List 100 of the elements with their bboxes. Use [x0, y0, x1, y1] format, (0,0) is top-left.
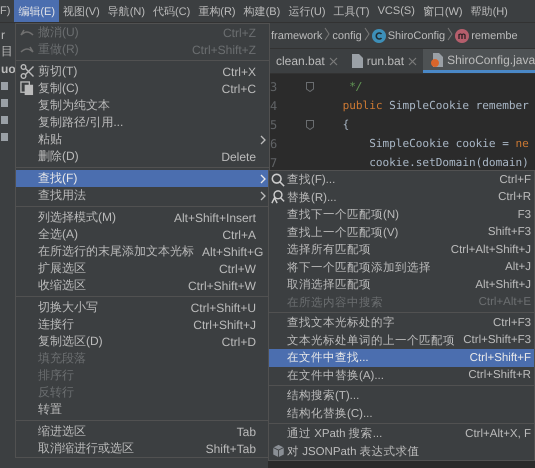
- cube-icon: [272, 444, 284, 458]
- breadcrumb-item[interactable]: ShiroConfig: [388, 30, 446, 42]
- file-icon: [1, 116, 8, 124]
- menu-item[interactable]: 粘贴: [16, 131, 269, 148]
- line-number: 7: [269, 156, 278, 170]
- shortcut-label: Ctrl+Shift+R: [468, 369, 531, 382]
- shortcut-label: Tab: [236, 424, 256, 438]
- menu-item[interactable]: 将下一个匹配项添加到选择 Alt+J: [269, 258, 534, 276]
- menu-item[interactable]: 取消缩进行或选区 Shift+Tab: [16, 440, 269, 457]
- java-file-icon: [431, 52, 444, 66]
- breadcrumb-item[interactable]: framework: [271, 30, 322, 42]
- menu-item[interactable]: 构建(B): [240, 0, 284, 22]
- line-number: 6: [269, 136, 278, 150]
- shortcut-label: Ctrl+C: [222, 82, 256, 96]
- menu-item[interactable]: 复制为纯文本: [16, 97, 269, 114]
- replace-icon: [271, 190, 285, 204]
- shortcut-label: Ctrl+Shift+W: [188, 278, 256, 292]
- menu-item[interactable]: 列选择模式(M) Alt+Shift+Insert: [16, 209, 269, 226]
- menu-item[interactable]: 替换(R)... Ctrl+R: [269, 188, 534, 206]
- menu-item[interactable]: 编辑(E): [14, 0, 60, 22]
- search-icon: [271, 172, 285, 187]
- shortcut-label: Ctrl+Shift+F: [470, 352, 531, 364]
- chevron-icon: [364, 27, 370, 41]
- menu-item[interactable]: 在文件中查找... Ctrl+Shift+F: [269, 349, 534, 366]
- shortcut-label: Alt+Shift+G: [202, 244, 264, 258]
- fold-marker-icon[interactable]: [306, 82, 314, 92]
- shortcut-label: Alt+J: [505, 261, 531, 274]
- method-icon: [455, 28, 470, 42]
- close-icon[interactable]: [328, 56, 338, 66]
- menu-item[interactable]: 查找(F): [16, 170, 269, 187]
- menu-item[interactable]: 结构搜索(T)...: [269, 387, 534, 404]
- menu-item[interactable]: 代码(C): [149, 0, 194, 22]
- menu-item[interactable]: 帮助(H): [466, 0, 512, 22]
- menu-item[interactable]: 在所选行的末尾添加文本光标 Alt+Shift+G: [16, 243, 269, 260]
- menu-item[interactable]: 复制路径/引用...: [16, 114, 269, 131]
- shortcut-label: Ctrl+Alt+X, F: [465, 428, 531, 440]
- code-line: public SimpleCookie remember: [342, 99, 529, 112]
- menu-item[interactable]: 剪切(T) Ctrl+X: [16, 63, 269, 80]
- scissors-icon: [20, 64, 34, 79]
- fold-marker-icon[interactable]: [306, 120, 314, 130]
- menu-item[interactable]: 连接行 Ctrl+Shift+J: [16, 316, 269, 333]
- shortcut-label: Alt+Shift+Insert: [174, 210, 256, 224]
- breadcrumb-item[interactable]: config: [332, 30, 362, 42]
- menu-item[interactable]: 查找上一个匹配项(V) Shift+F3: [269, 224, 534, 241]
- editor-tab[interactable]: ShiroConfig.java: [423, 49, 535, 73]
- menu-item[interactable]: 视图(V): [59, 0, 104, 22]
- chevron-icon: [447, 27, 454, 41]
- menu-item[interactable]: 重构(R): [194, 0, 240, 22]
- shortcut-label: Delete: [221, 150, 256, 164]
- menu-item[interactable]: 结构化替换(C)...: [269, 404, 534, 422]
- menu-item[interactable]: 查找(F)... Ctrl+F: [269, 171, 534, 188]
- file-icon: [1, 132, 8, 140]
- menu-item[interactable]: 扩展选区 Ctrl+W: [16, 260, 269, 277]
- file-icon: [1, 98, 8, 106]
- project-tree-item[interactable]: 目: [1, 43, 13, 60]
- menu-item[interactable]: 转置: [16, 401, 269, 418]
- shortcut-label: Shift+Tab: [206, 442, 256, 456]
- breadcrumb-item[interactable]: remembe: [471, 30, 518, 42]
- menu-item[interactable]: 工具(T): [330, 0, 374, 22]
- menu-item[interactable]: 取消选择匹配项 Alt+Shift+J: [269, 276, 534, 294]
- code-line: {: [342, 118, 350, 131]
- shortcut-label: Ctrl+R: [498, 191, 531, 204]
- editor-tab[interactable]: clean.bat: [268, 49, 344, 73]
- menu-item[interactable]: 复制选区(D) Ctrl+D: [16, 333, 269, 350]
- menu-item[interactable]: VCS(S): [374, 0, 419, 22]
- menu-item[interactable]: 运行(U): [284, 0, 330, 22]
- code-line: SimpleCookie cookie = ne: [368, 137, 529, 150]
- shortcut-label: Ctrl+Shift+J: [193, 318, 256, 332]
- file-icon: [352, 54, 363, 68]
- line-number: 3: [269, 80, 278, 94]
- code-line: */: [348, 80, 363, 93]
- shortcut-label: Ctrl+F: [499, 174, 531, 186]
- undo-icon: [20, 29, 34, 36]
- menu-item[interactable]: 文本光标处单词的上一个匹配项 Ctrl+Shift+F3: [269, 332, 534, 349]
- menu-item[interactable]: 查找下一个匹配项(N) F3: [269, 206, 534, 224]
- menu-item[interactable]: 窗口(W): [418, 0, 467, 22]
- line-number: 4: [269, 98, 278, 112]
- menu-item[interactable]: 导航(N): [104, 0, 150, 22]
- menu-item[interactable]: 对 JSONPath 表达式求值: [269, 442, 534, 460]
- shortcut-label: Ctrl+Shift+F3: [463, 334, 531, 346]
- line-number: 5: [269, 118, 278, 132]
- menu-item[interactable]: F): [0, 0, 14, 22]
- menu-item[interactable]: 查找用法: [16, 187, 269, 204]
- menu-item[interactable]: 缩进选区 Tab: [16, 423, 269, 440]
- close-icon[interactable]: [408, 56, 418, 66]
- project-tree-item[interactable]: r: [1, 28, 5, 42]
- shortcut-label: Alt+Shift+J: [475, 278, 531, 291]
- class-icon: [372, 28, 386, 42]
- menu-item[interactable]: 切换大小写 Ctrl+Shift+U: [16, 299, 269, 316]
- menu-item[interactable]: 全选(A) Ctrl+A: [16, 226, 269, 243]
- project-tree-item[interactable]: uo: [1, 62, 16, 76]
- menu-item[interactable]: 查找文本光标处的字 Ctrl+F3: [269, 314, 534, 332]
- shortcut-label: Ctrl+A: [222, 228, 256, 242]
- menu-item[interactable]: 在文件中替换(A)... Ctrl+Shift+R: [269, 366, 534, 384]
- menu-item[interactable]: 收缩选区 Ctrl+Shift+W: [16, 277, 269, 294]
- menu-item[interactable]: 选择所有匹配项 Ctrl+Alt+Shift+J: [269, 241, 534, 258]
- editor-tab[interactable]: run.bat: [344, 49, 424, 73]
- menu-item[interactable]: 复制(C) Ctrl+C: [16, 80, 269, 97]
- menu-item[interactable]: 删除(D) Delete: [16, 148, 269, 165]
- menu-item[interactable]: 通过 XPath 搜索... Ctrl+Alt+X, F: [269, 425, 534, 442]
